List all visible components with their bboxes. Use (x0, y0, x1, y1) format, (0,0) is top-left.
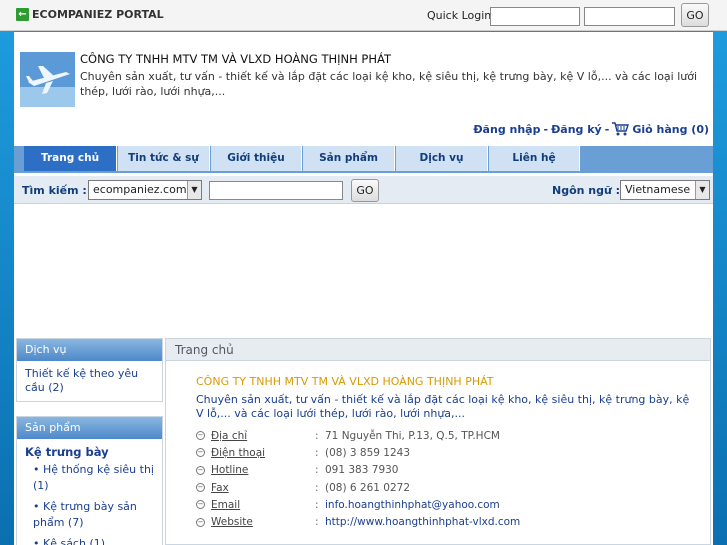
main-nav: Trang chủ Tin tức & sự kiện Giới thiệu S… (14, 146, 713, 189)
minus-circle-icon: − (196, 517, 205, 527)
services-item[interactable]: Thiết kế kệ theo yêu cầu (2) (17, 361, 162, 401)
contact-label: Fax (211, 481, 229, 494)
nav-about[interactable]: Giới thiệu (211, 146, 302, 171)
contact-value: (08) 3 859 1243 (325, 446, 411, 459)
left-sidebar: Dịch vụ Thiết kế kệ theo yêu cầu (2) Sản… (14, 338, 164, 545)
chevron-down-icon: ▼ (187, 181, 201, 199)
category-title[interactable]: Kệ trưng bày (25, 445, 154, 459)
contact-row-fax: − Fax : (08) 6 261 0272 (196, 479, 696, 496)
main-heading: Trang chủ (166, 339, 710, 361)
contact-value: 71 Nguyễn Thi, P.13, Q.5, TP.HCM (325, 429, 500, 442)
contact-separator: : (315, 429, 319, 442)
nav-contact[interactable]: Liên hệ (489, 146, 580, 171)
airplane-icon (20, 52, 75, 107)
category-item[interactable]: • Hệ thống kệ siêu thị (1) (25, 462, 154, 494)
products-body: Kệ trưng bày • Hệ thống kệ siêu thị (1) … (17, 439, 162, 545)
quick-login-go-button[interactable]: GO (681, 3, 709, 27)
search-domain-value: ecompaniez.com (93, 183, 187, 196)
search-bar: Tìm kiếm : ecompaniez.com ▼ GO Ngôn ngữ … (14, 176, 713, 204)
contact-label: Điện thoại (211, 446, 266, 459)
back-arrow-icon: ← (16, 8, 29, 21)
cart-link[interactable]: Giỏ hàng (0) (632, 123, 709, 136)
contact-label: Địa chỉ (211, 429, 248, 442)
minus-circle-icon: − (196, 465, 205, 475)
company-info: CÔNG TY TNHH MTV TM VÀ VLXD HOÀNG THỊNH … (196, 375, 696, 531)
products-box: Sản phẩm Kệ trưng bày • Hệ thống kệ siêu… (16, 416, 163, 545)
contact-separator: : (315, 516, 319, 529)
nav-products[interactable]: Sản phẩm (303, 146, 395, 171)
language-select[interactable]: Vietnamese ▼ (620, 180, 710, 200)
cart-icon[interactable] (612, 122, 630, 136)
main-panel: Trang chủ CÔNG TY TNHH MTV TM VÀ VLXD HO… (165, 338, 711, 545)
contact-label: Website (211, 516, 253, 529)
contact-label: Hotline (211, 464, 249, 477)
contact-separator: : (315, 498, 319, 511)
register-link[interactable]: Đăng ký (551, 123, 602, 136)
contact-value: (08) 6 261 0272 (325, 481, 411, 494)
contact-row-hotline: − Hotline : 091 383 7930 (196, 462, 696, 479)
contact-row-phone: − Điện thoại : (08) 3 859 1243 (196, 444, 696, 461)
search-input[interactable] (209, 181, 343, 200)
company-header: CÔNG TY TNHH MTV TM VÀ VLXD HOÀNG THỊNH … (80, 52, 710, 99)
contact-label: Email (211, 498, 241, 511)
email-link[interactable]: info.hoangthinhphat@yahoo.com (325, 499, 500, 511)
info-company-name: CÔNG TY TNHH MTV TM VÀ VLXD HOÀNG THỊNH … (196, 375, 494, 388)
account-separator: - (543, 122, 549, 136)
nav-home[interactable]: Trang chủ (24, 146, 117, 171)
login-link[interactable]: Đăng nhập (473, 123, 540, 136)
minus-circle-icon: − (196, 431, 205, 441)
password-input[interactable] (584, 7, 675, 26)
contact-separator: : (315, 446, 319, 459)
services-title: Dịch vụ (17, 339, 162, 361)
quick-login-label: Quick Login (427, 9, 492, 22)
contact-row-website: − Website : http://www.hoangthinhphat-vl… (196, 513, 696, 530)
category-item[interactable]: • Kệ sách (1) (25, 536, 154, 545)
minus-circle-icon: − (196, 483, 205, 493)
language-label: Ngôn ngữ : (552, 184, 621, 197)
contact-value: 091 383 7930 (325, 464, 399, 477)
company-description: Chuyên sản xuất, tư vấn - thiết kế và lắ… (80, 70, 698, 98)
portal-topbar: ← ECOMPANIEZ PORTAL Quick Login GO (0, 0, 727, 31)
website-link[interactable]: http://www.hoangthinhphat-vlxd.com (325, 516, 520, 528)
page-content: CÔNG TY TNHH MTV TM VÀ VLXD HOÀNG THỊNH … (14, 32, 713, 545)
products-title: Sản phẩm (17, 417, 162, 439)
search-label: Tìm kiếm : (22, 184, 87, 197)
language-value: Vietnamese (625, 183, 691, 196)
company-logo (20, 52, 75, 107)
nav-services[interactable]: Dịch vụ (396, 146, 488, 171)
info-company-desc: Chuyên sản xuất, tư vấn - thiết kế và lắ… (196, 393, 690, 420)
contact-separator: : (315, 464, 319, 477)
category-item[interactable]: • Kệ trưng bày sản phẩm (7) (25, 499, 154, 531)
account-separator: - (604, 122, 610, 136)
username-input[interactable] (490, 7, 580, 26)
portal-link[interactable]: ← ECOMPANIEZ PORTAL (16, 8, 164, 21)
services-box: Dịch vụ Thiết kế kệ theo yêu cầu (2) (16, 338, 163, 402)
portal-label: ECOMPANIEZ PORTAL (32, 8, 164, 21)
minus-circle-icon: − (196, 500, 205, 510)
contact-row-address: − Địa chỉ : 71 Nguyễn Thi, P.13, Q.5, TP… (196, 427, 696, 444)
contact-separator: : (315, 481, 319, 494)
minus-circle-icon: − (196, 448, 205, 458)
account-links: Đăng nhập - Đăng ký - Giỏ hàng (0) (473, 122, 709, 136)
right-border (713, 0, 727, 545)
contact-row-email: − Email : info.hoangthinhphat@yahoo.com (196, 496, 696, 513)
nav-news[interactable]: Tin tức & sự kiện (118, 146, 210, 189)
chevron-down-icon: ▼ (695, 181, 709, 199)
search-domain-select[interactable]: ecompaniez.com ▼ (88, 180, 202, 200)
search-go-button[interactable]: GO (351, 179, 379, 202)
left-border (0, 0, 14, 545)
company-name: CÔNG TY TNHH MTV TM VÀ VLXD HOÀNG THỊNH … (80, 52, 392, 66)
